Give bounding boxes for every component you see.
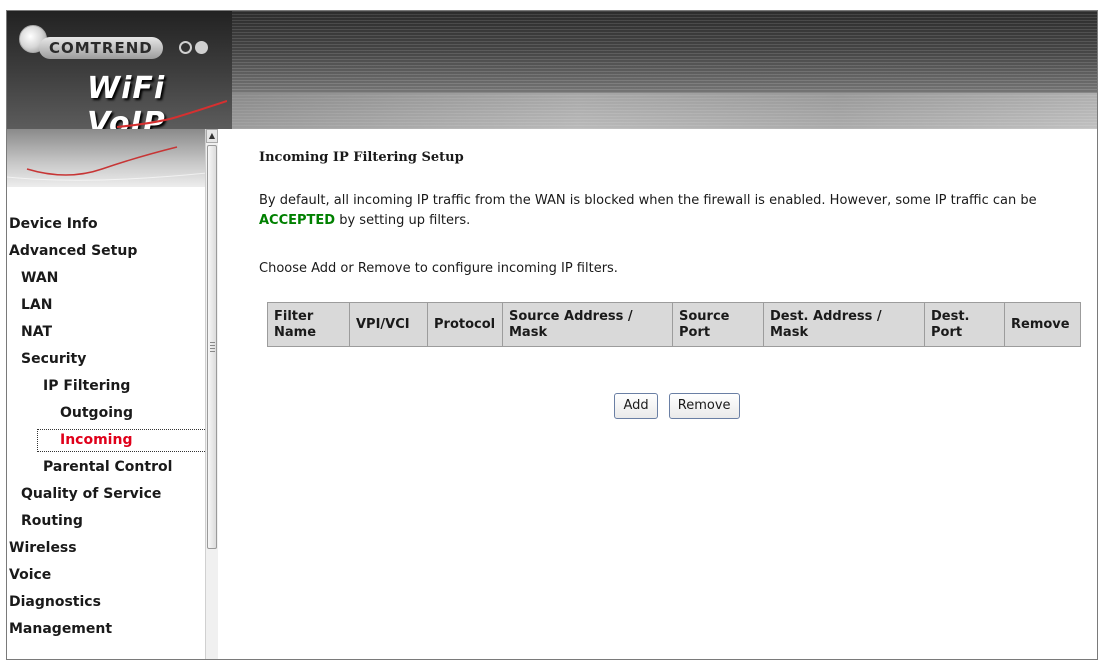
header-banner: COMTREND WiFi VoIP GW — [7, 11, 1097, 129]
sidebar-scrollbar[interactable]: ▲ — [205, 129, 218, 659]
header-stripes — [232, 11, 1097, 129]
add-button[interactable]: Add — [614, 393, 658, 419]
column-header-filter-name: Filter Name — [267, 302, 350, 347]
sidebar-item-lan[interactable]: LAN — [7, 292, 207, 319]
grip-icon — [210, 342, 215, 352]
intro-text-part2: by setting up filters. — [335, 213, 471, 228]
remove-button[interactable]: Remove — [668, 393, 740, 419]
column-header-source-port: Source Port — [672, 302, 764, 347]
sidebar-item-voice[interactable]: Voice — [7, 562, 207, 589]
accepted-highlight: ACCEPTED — [259, 213, 336, 228]
column-header-remove: Remove — [1004, 302, 1081, 347]
column-header-dest-address: Dest. Address / Mask — [763, 302, 925, 347]
main-content: Incoming IP Filtering Setup By default, … — [259, 129, 1095, 659]
sidebar-item-diagnostics[interactable]: Diagnostics — [7, 589, 207, 616]
ip-filter-table: Filter Name VPI/VCI Protocol Source Addre… — [267, 302, 1081, 347]
swoosh-graphic — [117, 100, 227, 128]
brand-dot-icon — [195, 41, 208, 54]
sidebar-item-incoming[interactable]: Incoming — [37, 429, 207, 452]
column-header-source-address: Source Address / Mask — [502, 302, 673, 347]
sidebar-item-management[interactable]: Management — [7, 616, 207, 643]
action-buttons: Add Remove — [259, 393, 1095, 419]
sidebar-item-ip-filtering[interactable]: IP Filtering — [7, 373, 207, 400]
sidebar-swoosh-graphic — [7, 146, 207, 181]
brand-logo: COMTREND — [39, 37, 163, 59]
instruction-text: Choose Add or Remove to configure incomi… — [259, 261, 618, 276]
sidebar-item-security[interactable]: Security — [7, 346, 207, 373]
sidebar-item-wan[interactable]: WAN — [7, 265, 207, 292]
sidebar-item-nat[interactable]: NAT — [7, 319, 207, 346]
intro-text-part1: By default, all incoming IP traffic from… — [259, 193, 1037, 208]
sidebar-banner — [7, 129, 207, 187]
column-header-dest-port: Dest. Port — [924, 302, 1005, 347]
sidebar-item-device-info[interactable]: Device Info — [7, 211, 207, 238]
sidebar-item-parental-control[interactable]: Parental Control — [7, 454, 207, 481]
column-header-protocol: Protocol — [427, 302, 503, 347]
brand-ring-icon — [179, 41, 192, 54]
page-title: Incoming IP Filtering Setup — [259, 150, 464, 165]
sidebar-item-wireless[interactable]: Wireless — [7, 535, 207, 562]
intro-text: By default, all incoming IP traffic from… — [259, 191, 1079, 231]
scrollbar-thumb[interactable] — [207, 145, 217, 549]
browser-frame: COMTREND WiFi VoIP GW Device Info Advanc… — [6, 10, 1098, 660]
sidebar-item-outgoing[interactable]: Outgoing — [7, 400, 207, 427]
table-header-row: Filter Name VPI/VCI Protocol Source Addre… — [267, 302, 1081, 347]
scroll-up-icon[interactable]: ▲ — [206, 129, 218, 143]
sidebar-menu: Device Info Advanced Setup WAN LAN NAT S… — [7, 211, 207, 643]
sidebar-item-advanced-setup[interactable]: Advanced Setup — [7, 238, 207, 265]
sidebar-item-routing[interactable]: Routing — [7, 508, 207, 535]
sidebar-item-quality-of-service[interactable]: Quality of Service — [7, 481, 207, 508]
logo-area: COMTREND WiFi VoIP GW — [7, 11, 232, 129]
sidebar: Device Info Advanced Setup WAN LAN NAT S… — [7, 129, 219, 659]
column-header-vpi-vci: VPI/VCI — [349, 302, 428, 347]
